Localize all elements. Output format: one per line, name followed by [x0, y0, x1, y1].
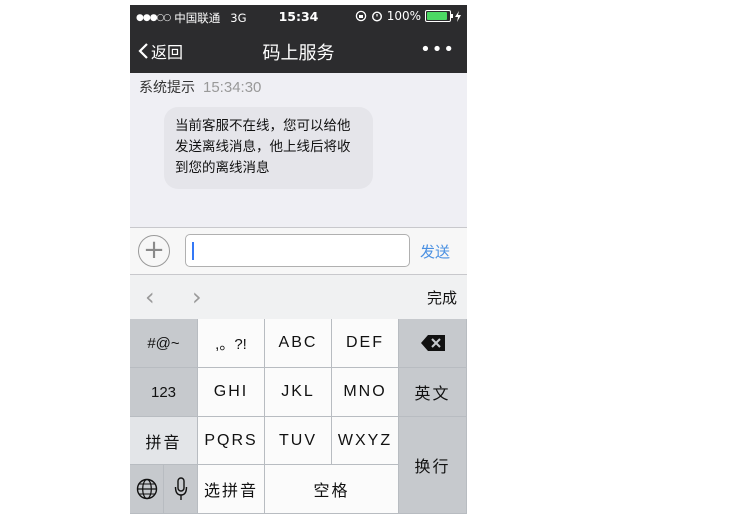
text-cursor — [192, 242, 194, 260]
key-mno[interactable]: MNO — [332, 368, 399, 417]
done-button[interactable]: 完成 — [427, 287, 457, 308]
globe-icon — [136, 478, 157, 500]
message-input[interactable] — [185, 234, 410, 267]
message-bubble: 当前客服不在线，您可以给他发送离线消息，他上线后将收到您的离线消息 — [164, 107, 373, 189]
key-space[interactable]: 空格 — [265, 465, 399, 514]
key-def[interactable]: DEF — [332, 319, 399, 368]
key-numbers[interactable]: 123 — [130, 368, 198, 417]
page-title: 码上服务 — [262, 43, 335, 64]
backspace-icon — [420, 335, 445, 351]
more-button[interactable]: ••• — [420, 39, 455, 60]
keyboard: #@~ ,。?! ABC DEF 123 GHI JKL MNO 英文 拼音 P… — [130, 319, 467, 514]
microphone-icon — [174, 477, 187, 500]
key-pinyin[interactable]: 拼音 — [130, 417, 198, 465]
battery-icon — [425, 10, 453, 22]
key-select-pinyin[interactable]: 选拼音 — [198, 465, 265, 514]
key-punctuation[interactable]: ,。?! — [198, 319, 265, 368]
status-bar: ●●●○○ 中国联通 3G 15:34 100% — [130, 5, 467, 29]
next-field-button[interactable]: › — [192, 283, 202, 311]
key-jkl[interactable]: JKL — [265, 368, 332, 417]
key-ghi[interactable]: GHI — [198, 368, 265, 417]
key-return[interactable]: 换行 — [399, 417, 467, 514]
rotation-lock-icon — [355, 10, 366, 22]
key-abc[interactable]: ABC — [265, 319, 332, 368]
send-button[interactable]: 发送 — [420, 241, 450, 262]
system-label: 系统提示 — [139, 80, 195, 96]
key-symbols[interactable]: #@~ — [130, 319, 198, 368]
phone-screen: ●●●○○ 中国联通 3G 15:34 100% 返回 码上服务 ••• 系统提… — [130, 5, 467, 514]
key-wxyz[interactable]: WXYZ — [332, 417, 399, 465]
input-bar: + 发送 — [130, 227, 467, 275]
system-time: 15:34:30 — [203, 79, 262, 96]
battery-percent: 100% — [386, 9, 421, 23]
microphone-key[interactable] — [164, 465, 198, 514]
key-tuv[interactable]: TUV — [265, 417, 332, 465]
delete-key[interactable] — [399, 319, 467, 368]
previous-field-button[interactable]: ‹ — [145, 283, 155, 311]
nav-bar: 返回 码上服务 ••• — [130, 29, 467, 73]
keyboard-accessory-bar: ‹ › 完成 — [130, 275, 467, 319]
key-english[interactable]: 英文 — [399, 368, 467, 417]
globe-key[interactable] — [130, 465, 164, 514]
add-button[interactable]: + — [138, 235, 170, 267]
key-pqrs[interactable]: PQRS — [198, 417, 265, 465]
system-notice: 系统提示 15:34:30 — [139, 77, 261, 97]
chat-area: 系统提示 15:34:30 当前客服不在线，您可以给他发送离线消息，他上线后将收到… — [130, 73, 467, 231]
charging-icon — [455, 10, 461, 22]
alarm-icon — [371, 11, 382, 22]
